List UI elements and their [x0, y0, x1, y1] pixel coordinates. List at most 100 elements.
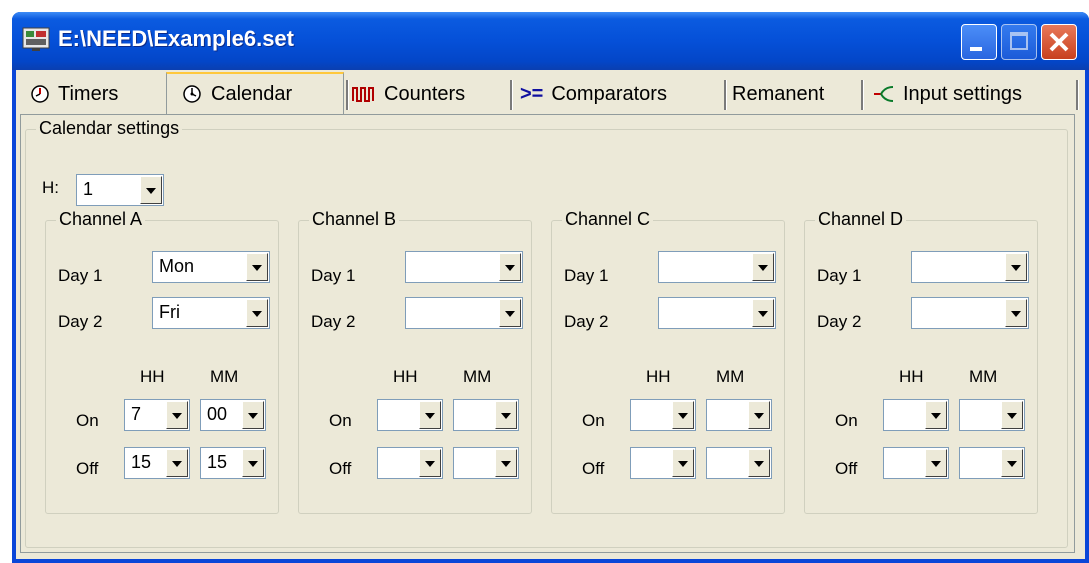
hh-label: HH: [646, 367, 671, 386]
day2-select[interactable]: [405, 297, 523, 329]
day2-select[interactable]: [658, 297, 776, 329]
dropdown-button[interactable]: [1005, 299, 1027, 327]
dropdown-button[interactable]: [499, 299, 521, 327]
off-mm-select[interactable]: [453, 447, 519, 479]
day1-select[interactable]: Mon: [152, 251, 270, 283]
dropdown-button[interactable]: [495, 449, 517, 477]
window-client: Timers Calendar Counters >= Comparators …: [16, 70, 1085, 559]
channel-label: Channel D: [815, 209, 907, 230]
tab-remanent[interactable]: Remanent: [732, 76, 824, 112]
dropdown-button[interactable]: [672, 401, 694, 429]
on-mm-select[interactable]: 00: [200, 399, 266, 431]
calendar-settings-label: Calendar settings: [36, 118, 183, 139]
chevron-down-icon: [425, 461, 435, 467]
channel-label: Channel C: [562, 209, 654, 230]
off-hh-select[interactable]: [630, 447, 696, 479]
dropdown-button[interactable]: [242, 401, 264, 429]
tab-separator: [1076, 80, 1079, 110]
chevron-down-icon: [172, 461, 182, 467]
chevron-down-icon: [758, 265, 768, 271]
dropdown-button[interactable]: [242, 449, 264, 477]
channel-label: Channel A: [56, 209, 146, 230]
minimize-button[interactable]: [961, 24, 997, 60]
dropdown-button[interactable]: [748, 449, 770, 477]
dropdown-button[interactable]: [166, 401, 188, 429]
chevron-down-icon: [248, 461, 258, 467]
dropdown-button[interactable]: [752, 299, 774, 327]
dropdown-button[interactable]: [925, 401, 947, 429]
off-label: Off: [76, 459, 99, 478]
dropdown-button[interactable]: [748, 401, 770, 429]
tab-separator: [861, 80, 864, 110]
on-mm-select-value: 00: [207, 404, 228, 424]
hh-label: HH: [140, 367, 165, 386]
off-hh-select[interactable]: [883, 447, 949, 479]
h-select[interactable]: 1: [76, 174, 164, 206]
tab-counters[interactable]: Counters: [352, 76, 465, 112]
pulse-counter-icon: [352, 87, 374, 102]
tab-strip: Timers Calendar Counters >= Comparators …: [16, 72, 1085, 114]
dropdown-button[interactable]: [140, 176, 162, 204]
close-button[interactable]: [1041, 24, 1077, 60]
on-hh-select[interactable]: [883, 399, 949, 431]
dropdown-button[interactable]: [1005, 253, 1027, 281]
dropdown-button[interactable]: [752, 253, 774, 281]
day2-select[interactable]: Fri: [152, 297, 270, 329]
day1-select[interactable]: [911, 251, 1029, 283]
maximize-button[interactable]: [1001, 24, 1037, 60]
dropdown-button[interactable]: [672, 449, 694, 477]
chevron-down-icon: [248, 413, 258, 419]
tab-separator: [724, 80, 727, 110]
day1-select[interactable]: [405, 251, 523, 283]
window-title: E:\NEED\Example6.set: [58, 26, 294, 51]
on-label: On: [582, 411, 605, 430]
on-mm-select[interactable]: [706, 399, 772, 431]
mm-label: MM: [463, 367, 492, 386]
channel-label: Channel B: [309, 209, 400, 230]
tab-input-settings[interactable]: Input settings: [873, 76, 1022, 112]
dropdown-button[interactable]: [246, 253, 268, 281]
off-mm-select[interactable]: 15: [200, 447, 266, 479]
dropdown-button[interactable]: [1001, 449, 1023, 477]
dropdown-button[interactable]: [246, 299, 268, 327]
dropdown-button[interactable]: [1001, 401, 1023, 429]
off-label: Off: [835, 459, 858, 478]
day1-label: Day 1: [564, 266, 609, 285]
dropdown-button[interactable]: [166, 449, 188, 477]
title-bar[interactable]: E:\NEED\Example6.set: [12, 12, 1089, 70]
dropdown-button[interactable]: [925, 449, 947, 477]
off-mm-select[interactable]: [706, 447, 772, 479]
minimize-icon: [970, 47, 982, 51]
tab-calendar[interactable]: Calendar: [166, 72, 344, 114]
h-value: 1: [83, 179, 94, 199]
on-mm-select[interactable]: [959, 399, 1025, 431]
off-label: Off: [582, 459, 605, 478]
on-hh-select-value: 7: [131, 404, 142, 424]
off-hh-select[interactable]: [377, 447, 443, 479]
dropdown-button[interactable]: [499, 253, 521, 281]
on-hh-select[interactable]: 7: [124, 399, 190, 431]
off-hh-select-value: 15: [131, 452, 152, 472]
off-mm-select[interactable]: [959, 447, 1025, 479]
off-hh-select[interactable]: 15: [124, 447, 190, 479]
channel-b-group: Channel B Day 1 Day 2 HH MM On Off: [298, 209, 532, 514]
day1-select[interactable]: [658, 251, 776, 283]
day2-label: Day 2: [817, 312, 862, 331]
tab-timers[interactable]: Timers: [30, 76, 118, 112]
h-label: H:: [42, 178, 59, 197]
on-hh-select[interactable]: [630, 399, 696, 431]
day1-label: Day 1: [817, 266, 862, 285]
on-mm-select[interactable]: [453, 399, 519, 431]
on-label: On: [329, 411, 352, 430]
chevron-down-icon: [501, 413, 511, 419]
chevron-down-icon: [146, 188, 156, 194]
channel-c-group: Channel C Day 1 Day 2 HH MM On Off: [551, 209, 785, 514]
dropdown-button[interactable]: [495, 401, 517, 429]
dropdown-button[interactable]: [419, 449, 441, 477]
tab-comparators[interactable]: >= Comparators: [520, 76, 667, 112]
on-hh-select[interactable]: [377, 399, 443, 431]
chevron-down-icon: [1011, 265, 1021, 271]
day2-select[interactable]: [911, 297, 1029, 329]
chevron-down-icon: [1007, 413, 1017, 419]
dropdown-button[interactable]: [419, 401, 441, 429]
